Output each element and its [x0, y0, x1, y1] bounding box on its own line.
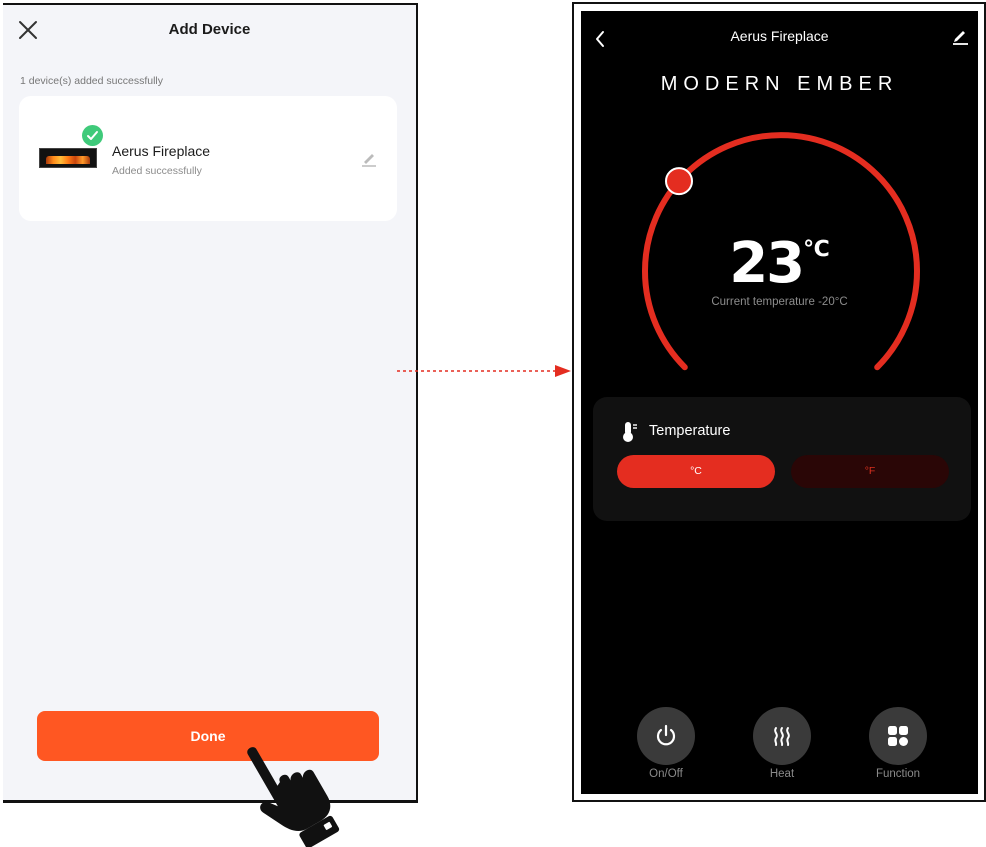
add-device-screen: Add Device 1 device(s) added successfull… — [3, 3, 418, 803]
dial-knob[interactable] — [665, 167, 693, 196]
set-temperature-value: 23 — [729, 231, 805, 296]
grid-icon — [888, 726, 908, 746]
function-button[interactable] — [869, 707, 927, 765]
stage: Add Device 1 device(s) added successfull… — [0, 0, 986, 847]
tap-hand-icon — [247, 747, 340, 847]
device-card[interactable]: Aerus Fireplace Added successfully — [19, 96, 397, 221]
device-title: Aerus Fireplace — [730, 28, 829, 44]
heat-label: Heat — [769, 768, 795, 780]
device-status: Added successfully — [112, 165, 202, 177]
brand-logo-text: MODERN EMBER — [660, 73, 899, 95]
set-temperature-unit: ℃ — [803, 237, 830, 262]
fireplace-thumbnail — [39, 148, 97, 168]
power-icon — [656, 724, 676, 746]
page-title: Add Device — [168, 21, 251, 38]
edit-pencil-icon[interactable] — [360, 150, 378, 168]
fahrenheit-button[interactable]: °F — [791, 455, 949, 488]
success-check-icon — [82, 125, 103, 146]
heat-control[interactable]: Heat — [752, 707, 812, 780]
power-label: On/Off — [649, 768, 683, 780]
current-temperature: Current temperature -20°C — [711, 296, 848, 308]
transition-arrow — [397, 365, 571, 377]
device-control-screen: Aerus Fireplace MODERN EMBER 23℃ Current… — [581, 11, 978, 794]
device-control-phone: Aerus Fireplace MODERN EMBER 23℃ Current… — [572, 2, 986, 802]
heat-button[interactable] — [753, 707, 811, 765]
celsius-button[interactable]: °C — [617, 455, 775, 488]
set-temperature: 23℃ — [581, 231, 978, 296]
edit-pencil-icon[interactable] — [950, 26, 970, 46]
power-button[interactable] — [637, 707, 695, 765]
power-control[interactable]: On/Off — [636, 707, 696, 780]
temperature-label: Temperature — [649, 423, 731, 439]
add-status-text: 1 device(s) added successfully — [20, 75, 163, 87]
function-control[interactable]: Function — [868, 707, 928, 780]
thermometer-icon — [623, 422, 637, 442]
function-label: Function — [875, 768, 921, 780]
heat-waves-icon — [774, 727, 790, 746]
temperature-unit-panel: Temperature °C °F — [593, 397, 971, 521]
device-name: Aerus Fireplace — [112, 143, 211, 159]
